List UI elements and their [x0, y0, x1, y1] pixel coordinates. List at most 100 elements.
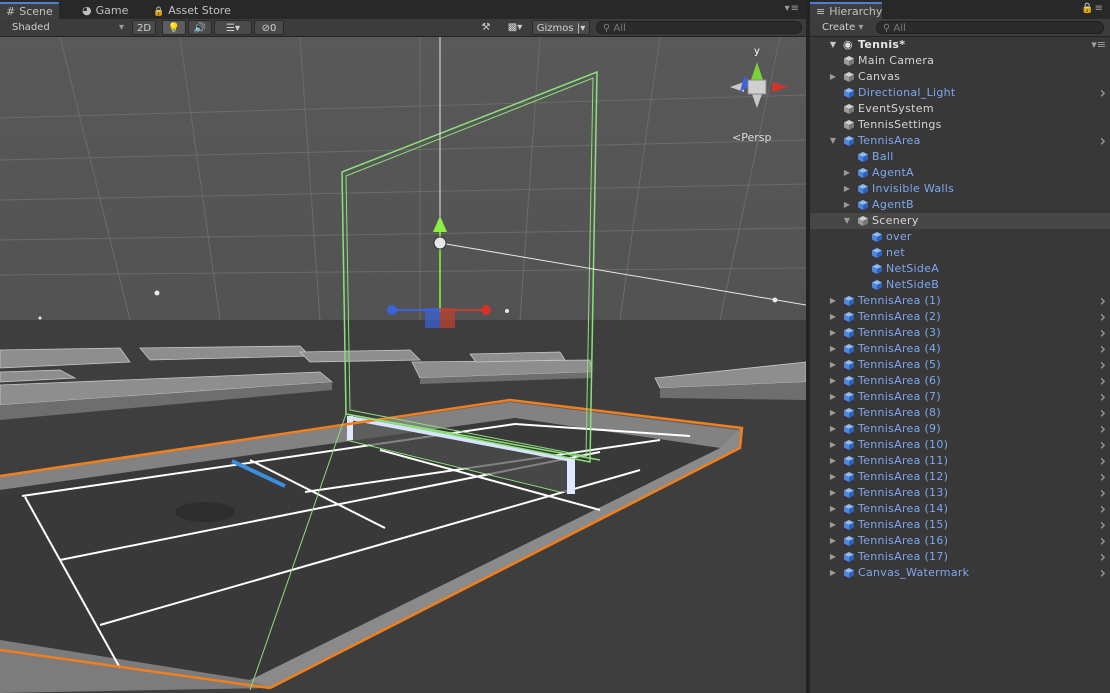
expand-arrow-icon[interactable]: ▼ — [828, 133, 838, 149]
gizmos-dropdown[interactable]: Gizmos |▾ — [532, 20, 590, 35]
collapse-arrow-icon[interactable]: ▶ — [828, 533, 838, 549]
open-prefab-icon[interactable]: › — [1100, 421, 1106, 437]
collapse-arrow-icon[interactable]: ▶ — [828, 469, 838, 485]
hierarchy-row[interactable]: ▶ TennisArea (1) › — [810, 293, 1110, 309]
open-prefab-icon[interactable]: › — [1100, 85, 1106, 101]
open-prefab-icon[interactable]: › — [1100, 517, 1106, 533]
hierarchy-search-input[interactable]: ⚲ All — [876, 21, 1104, 34]
hierarchy-row[interactable]: NetSideB — [810, 277, 1110, 293]
hierarchy-row[interactable]: ▼ TennisArea › — [810, 133, 1110, 149]
collapse-arrow-icon[interactable]: ▶ — [842, 197, 852, 213]
open-prefab-icon[interactable]: › — [1100, 405, 1106, 421]
open-prefab-icon[interactable]: › — [1100, 389, 1106, 405]
collapse-arrow-icon[interactable]: ▶ — [828, 485, 838, 501]
create-dropdown[interactable]: Create ▾ — [822, 20, 872, 35]
open-prefab-icon[interactable]: › — [1100, 549, 1106, 565]
camera-settings-dropdown[interactable]: ▩▾ — [500, 20, 530, 35]
hierarchy-row[interactable]: ▶ TennisArea (16) › — [810, 533, 1110, 549]
tab-scene[interactable]: # Scene — [0, 2, 59, 19]
collapse-arrow-icon[interactable]: ▶ — [828, 421, 838, 437]
collapse-arrow-icon[interactable]: ▶ — [828, 517, 838, 533]
collapse-arrow-icon[interactable]: ▶ — [828, 453, 838, 469]
collapse-arrow-icon[interactable]: ▶ — [828, 293, 838, 309]
collapse-arrow-icon[interactable]: ▶ — [828, 405, 838, 421]
hierarchy-row[interactable]: ▶ TennisArea (14) › — [810, 501, 1110, 517]
hierarchy-row[interactable]: ▶ TennisArea (9) › — [810, 421, 1110, 437]
open-prefab-icon[interactable]: › — [1100, 437, 1106, 453]
hierarchy-row[interactable]: Ball — [810, 149, 1110, 165]
open-prefab-icon[interactable]: › — [1100, 325, 1106, 341]
scene-viewport[interactable]: y <Persp — [0, 37, 806, 693]
open-prefab-icon[interactable]: › — [1100, 293, 1106, 309]
hierarchy-row[interactable]: ▶ TennisArea (11) › — [810, 453, 1110, 469]
hierarchy-row[interactable]: ▶ TennisArea (17) › — [810, 549, 1110, 565]
hierarchy-row[interactable]: ▶ TennisArea (6) › — [810, 373, 1110, 389]
hierarchy-row[interactable]: ▼ Scenery — [810, 213, 1110, 229]
collapse-arrow-icon[interactable]: ▶ — [828, 549, 838, 565]
mode-2d-toggle[interactable]: 2D — [132, 20, 156, 35]
scene-search-input[interactable]: ⚲ All — [596, 21, 802, 34]
hierarchy-row[interactable]: ▶ TennisArea (13) › — [810, 485, 1110, 501]
projection-label[interactable]: <Persp — [732, 131, 771, 144]
collapse-arrow-icon[interactable]: ▶ — [842, 165, 852, 181]
collapse-arrow-icon[interactable]: ▶ — [842, 181, 852, 197]
hierarchy-row[interactable]: ▶ TennisArea (8) › — [810, 405, 1110, 421]
open-prefab-icon[interactable]: › — [1100, 341, 1106, 357]
collapse-arrow-icon[interactable]: ▶ — [828, 565, 838, 581]
shading-mode-dropdown[interactable]: Shaded ▾ — [0, 20, 128, 35]
collapse-arrow-icon[interactable]: ▶ — [828, 501, 838, 517]
hierarchy-row[interactable]: Directional_Light › — [810, 85, 1110, 101]
hierarchy-row[interactable]: EventSystem — [810, 101, 1110, 117]
open-prefab-icon[interactable]: › — [1100, 533, 1106, 549]
collapse-arrow-icon[interactable]: ▶ — [828, 389, 838, 405]
collapse-arrow-icon[interactable]: ▶ — [828, 325, 838, 341]
hierarchy-row[interactable]: ▶ TennisArea (12) › — [810, 469, 1110, 485]
scene-menu-icon[interactable]: ▾≡ — [1091, 37, 1106, 53]
hierarchy-row[interactable]: ▶ TennisArea (15) › — [810, 517, 1110, 533]
open-prefab-icon[interactable]: › — [1100, 309, 1106, 325]
audio-toggle[interactable]: 🔊 — [188, 20, 212, 35]
hierarchy-row[interactable]: ▶ TennisArea (3) › — [810, 325, 1110, 341]
tab-game[interactable]: ◕ Game — [76, 2, 134, 19]
hierarchy-row[interactable]: ▶ TennisArea (10) › — [810, 437, 1110, 453]
collapse-arrow-icon[interactable]: ▶ — [828, 373, 838, 389]
hierarchy-row[interactable]: ▶ TennisArea (5) › — [810, 357, 1110, 373]
open-prefab-icon[interactable]: › — [1100, 501, 1106, 517]
hierarchy-row[interactable]: net — [810, 245, 1110, 261]
hidden-objects-toggle[interactable]: ⊘0 — [254, 20, 284, 35]
collapse-arrow-icon[interactable]: ▶ — [828, 437, 838, 453]
expand-arrow-icon[interactable]: ▼ — [828, 37, 838, 53]
hierarchy-row[interactable]: NetSideA — [810, 261, 1110, 277]
tab-asset-store[interactable]: 🔒 Asset Store — [147, 2, 237, 19]
expand-arrow-icon[interactable]: ▼ — [842, 213, 852, 229]
hierarchy-row[interactable]: TennisSettings — [810, 117, 1110, 133]
collapse-arrow-icon[interactable]: ▶ — [828, 309, 838, 325]
open-prefab-icon[interactable]: › — [1100, 133, 1106, 149]
hierarchy-row[interactable]: ▶ AgentB — [810, 197, 1110, 213]
open-prefab-icon[interactable]: › — [1100, 357, 1106, 373]
tab-hierarchy[interactable]: ≡ Hierarchy — [810, 2, 882, 19]
xy-plane-handle[interactable] — [440, 308, 455, 328]
z-axis-handle-icon[interactable] — [387, 305, 397, 315]
hierarchy-row[interactable]: ▶ TennisArea (2) › — [810, 309, 1110, 325]
lighting-toggle[interactable]: 💡 — [162, 20, 186, 35]
x-axis-handle-icon[interactable] — [481, 305, 491, 315]
panel-menu-icon[interactable]: ▾≡ — [785, 3, 800, 14]
xz-plane-handle[interactable] — [425, 308, 440, 328]
hierarchy-row[interactable]: ▶ TennisArea (7) › — [810, 389, 1110, 405]
collapse-arrow-icon[interactable]: ▶ — [828, 341, 838, 357]
collapse-arrow-icon[interactable]: ▶ — [828, 69, 838, 85]
hierarchy-row[interactable]: ▶ AgentA — [810, 165, 1110, 181]
open-prefab-icon[interactable]: › — [1100, 565, 1106, 581]
open-prefab-icon[interactable]: › — [1100, 373, 1106, 389]
open-prefab-icon[interactable]: › — [1100, 453, 1106, 469]
tools-button[interactable]: ⚒ — [476, 20, 496, 35]
open-prefab-icon[interactable]: › — [1100, 485, 1106, 501]
scene-root-row[interactable]: ▼ ◉ Tennis* ▾≡ — [810, 37, 1110, 53]
hierarchy-row[interactable]: ▶ TennisArea (4) › — [810, 341, 1110, 357]
hierarchy-row[interactable]: ▶ Canvas_Watermark › — [810, 565, 1110, 581]
panel-menu-icon[interactable]: 🔒≡ — [1081, 3, 1104, 14]
effects-dropdown[interactable]: ☰▾ — [214, 20, 252, 35]
hierarchy-row[interactable]: ▶ Invisible Walls — [810, 181, 1110, 197]
hierarchy-row[interactable]: Main Camera — [810, 53, 1110, 69]
